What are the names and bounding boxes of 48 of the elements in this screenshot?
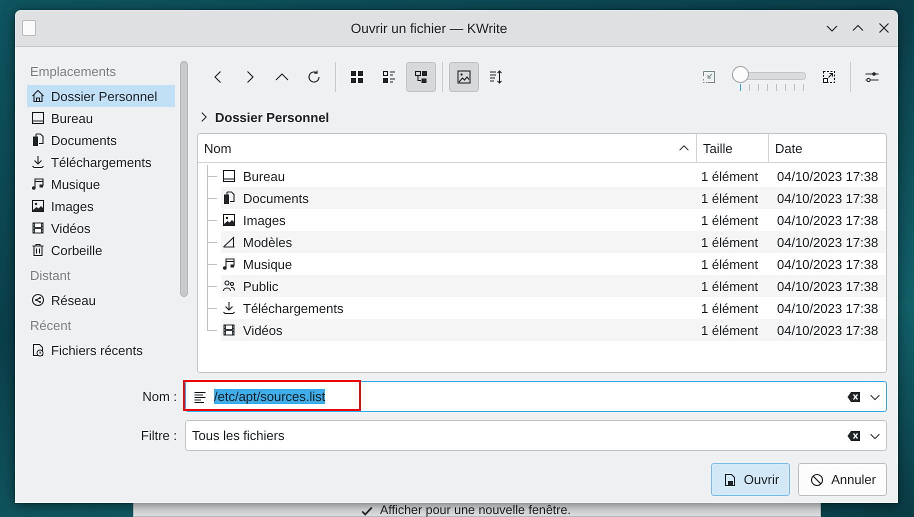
date-cell-text: 04/10/2023 17:38 xyxy=(776,256,880,272)
column-header[interactable]: Nom xyxy=(198,134,697,162)
field-label: Nom : xyxy=(141,389,178,404)
section-heading: Distant xyxy=(29,267,72,285)
date-cell-text: 04/10/2023 17:38 xyxy=(776,234,880,250)
sidebar-item[interactable]: Téléchargements xyxy=(27,151,175,173)
date-cell-text: 04/10/2023 17:38 xyxy=(776,300,880,316)
open-button[interactable]: Ouvrir xyxy=(710,463,790,496)
file-name[interactable]: Bureau xyxy=(243,168,285,184)
size-cell-text: 1 élément xyxy=(700,300,760,316)
size-cell-text: 1 élément xyxy=(700,212,760,228)
file-name[interactable]: Documents xyxy=(243,190,309,206)
column-header[interactable]: Taille xyxy=(697,134,769,162)
column-header[interactable]: Date xyxy=(769,134,886,162)
file-name[interactable]: Musique xyxy=(243,256,292,272)
sidebar-item[interactable]: Dossier Personnel xyxy=(27,85,175,107)
file-name[interactable]: Modèles xyxy=(243,234,292,250)
date-cell-text: 04/10/2023 17:38 xyxy=(776,278,880,294)
sidebar-item[interactable]: Musique xyxy=(27,173,175,195)
size-cell-text: 1 élément xyxy=(700,278,760,294)
window-title: Ouvrir un fichier — KWrite xyxy=(350,20,508,36)
file-name[interactable]: Téléchargements xyxy=(243,300,344,316)
date-cell-text: 04/10/2023 17:38 xyxy=(776,168,880,184)
sidebar-item[interactable]: Corbeille xyxy=(27,239,175,261)
size-cell-text: 1 élément xyxy=(700,190,760,206)
sidebar-item[interactable]: Images xyxy=(27,195,175,217)
sidebar-item[interactable]: Vidéos xyxy=(27,217,175,239)
size-cell-text: 1 élément xyxy=(700,168,760,184)
date-cell-text: 04/10/2023 17:38 xyxy=(776,322,880,338)
breadcrumb-item[interactable]: Dossier Personnel xyxy=(215,110,330,124)
sidebar-item[interactable]: Réseau xyxy=(27,289,175,311)
date-cell-text: 04/10/2023 17:38 xyxy=(776,212,880,228)
sidebar-item[interactable]: Fichiers récents xyxy=(27,339,175,361)
size-cell-text: 1 élément xyxy=(700,322,760,338)
sidebar-item[interactable]: Bureau xyxy=(27,107,175,129)
file-name[interactable]: Vidéos xyxy=(243,322,283,338)
section-heading: Récent xyxy=(29,317,72,335)
field-label: Filtre : xyxy=(140,428,178,443)
date-cell-text: 04/10/2023 17:38 xyxy=(776,190,880,206)
file-name[interactable]: Public xyxy=(243,278,278,294)
checkbox-label: Afficher pour une nouvelle fenêtre. xyxy=(380,504,571,517)
size-cell-text: 1 élément xyxy=(700,234,760,250)
section-heading: Emplacements xyxy=(29,63,117,81)
file-name[interactable]: Images xyxy=(243,212,286,228)
sidebar-item[interactable]: Documents xyxy=(27,129,175,151)
size-cell-text: 1 élément xyxy=(700,256,760,272)
cancel-button[interactable]: Annuler xyxy=(798,463,887,496)
filter-field[interactable]: Tous les fichiers xyxy=(185,420,887,451)
